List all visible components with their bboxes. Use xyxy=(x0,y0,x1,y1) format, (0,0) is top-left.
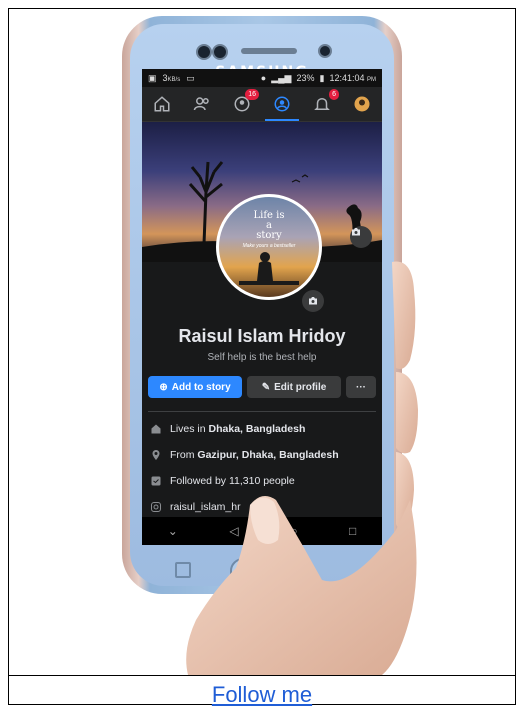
front-sensor-icon xyxy=(196,44,212,60)
cover-camera-icon[interactable] xyxy=(350,226,372,248)
screen-cast-icon: ▭ xyxy=(186,72,195,83)
detail-lives-in: Lives in Dhaka, Bangladesh xyxy=(150,423,305,435)
android-nav-bar: ⌄ ◁ ○ □ xyxy=(142,517,382,545)
groups-icon[interactable]: 16 xyxy=(231,89,259,115)
recents-key[interactable] xyxy=(175,562,191,578)
pencil-icon: ✎ xyxy=(261,381,271,393)
notifications-icon[interactable]: 6 xyxy=(311,89,339,115)
facebook-navbar: 16 6 xyxy=(142,87,382,122)
front-camera-icon xyxy=(318,44,332,58)
home-icon[interactable] xyxy=(151,93,173,115)
home-button[interactable] xyxy=(230,558,300,588)
earpiece-speaker xyxy=(241,48,297,54)
battery-icon: ▮ xyxy=(319,72,325,83)
front-sensor-icon xyxy=(212,44,228,60)
add-to-story-button[interactable]: ⊕ Add to story xyxy=(148,376,242,398)
profile-bio: Self help is the best help xyxy=(207,352,317,363)
house-icon xyxy=(150,423,162,435)
location-pin-icon xyxy=(150,449,162,461)
dnd-icon: ● xyxy=(260,73,267,83)
followers-icon xyxy=(150,475,162,487)
detail-from: From Gazipur, Dhaka, Bangladesh xyxy=(150,449,339,461)
profile-actions: ⊕ Add to story ✎ Edit profile ··· xyxy=(142,376,382,398)
profile-picture[interactable]: Life is a story Make yours a bestseller xyxy=(216,194,322,300)
detail-instagram[interactable]: raisul_islam_hr xyxy=(150,501,241,513)
signal-icon: ▂▄▆ xyxy=(271,72,292,83)
edit-profile-button[interactable]: ✎ Edit profile xyxy=(247,376,341,398)
avatar-silhouette xyxy=(239,252,299,285)
home-nav-icon[interactable]: ○ xyxy=(290,524,297,538)
battery-percent: 23% xyxy=(296,73,315,83)
back-icon[interactable]: ◁ xyxy=(229,524,238,538)
phone-screen: ▣ 3KB/s ▭ ● ▂▄▆ 23% ▮ 12:41:04 PM 16 6 L… xyxy=(142,69,382,545)
notifications-badge: 6 xyxy=(329,89,339,100)
clock: 12:41:04 PM xyxy=(329,73,376,83)
profile-icon[interactable] xyxy=(265,93,299,121)
groups-badge: 16 xyxy=(245,89,259,100)
plus-circle-icon: ⊕ xyxy=(159,381,168,393)
chevron-down-icon[interactable]: ⌄ xyxy=(168,524,178,538)
table-divider xyxy=(8,675,516,676)
gallery-icon: ▣ xyxy=(148,72,157,83)
status-bar: ▣ 3KB/s ▭ ● ▂▄▆ 23% ▮ 12:41:04 PM xyxy=(142,69,382,87)
more-options-button[interactable]: ··· xyxy=(346,376,376,398)
instagram-icon xyxy=(150,501,162,513)
profile-camera-icon[interactable] xyxy=(302,290,324,312)
section-divider xyxy=(148,411,376,412)
friends-icon[interactable] xyxy=(191,93,213,115)
recents-icon[interactable]: □ xyxy=(349,524,356,538)
follow-me-link[interactable]: Follow me xyxy=(0,682,524,708)
menu-avatar-icon[interactable] xyxy=(351,93,373,115)
profile-name: Raisul Islam Hridoy xyxy=(178,326,346,346)
detail-followers[interactable]: Followed by 11,310 people xyxy=(150,475,295,487)
network-speed: 3KB/s xyxy=(162,73,181,83)
